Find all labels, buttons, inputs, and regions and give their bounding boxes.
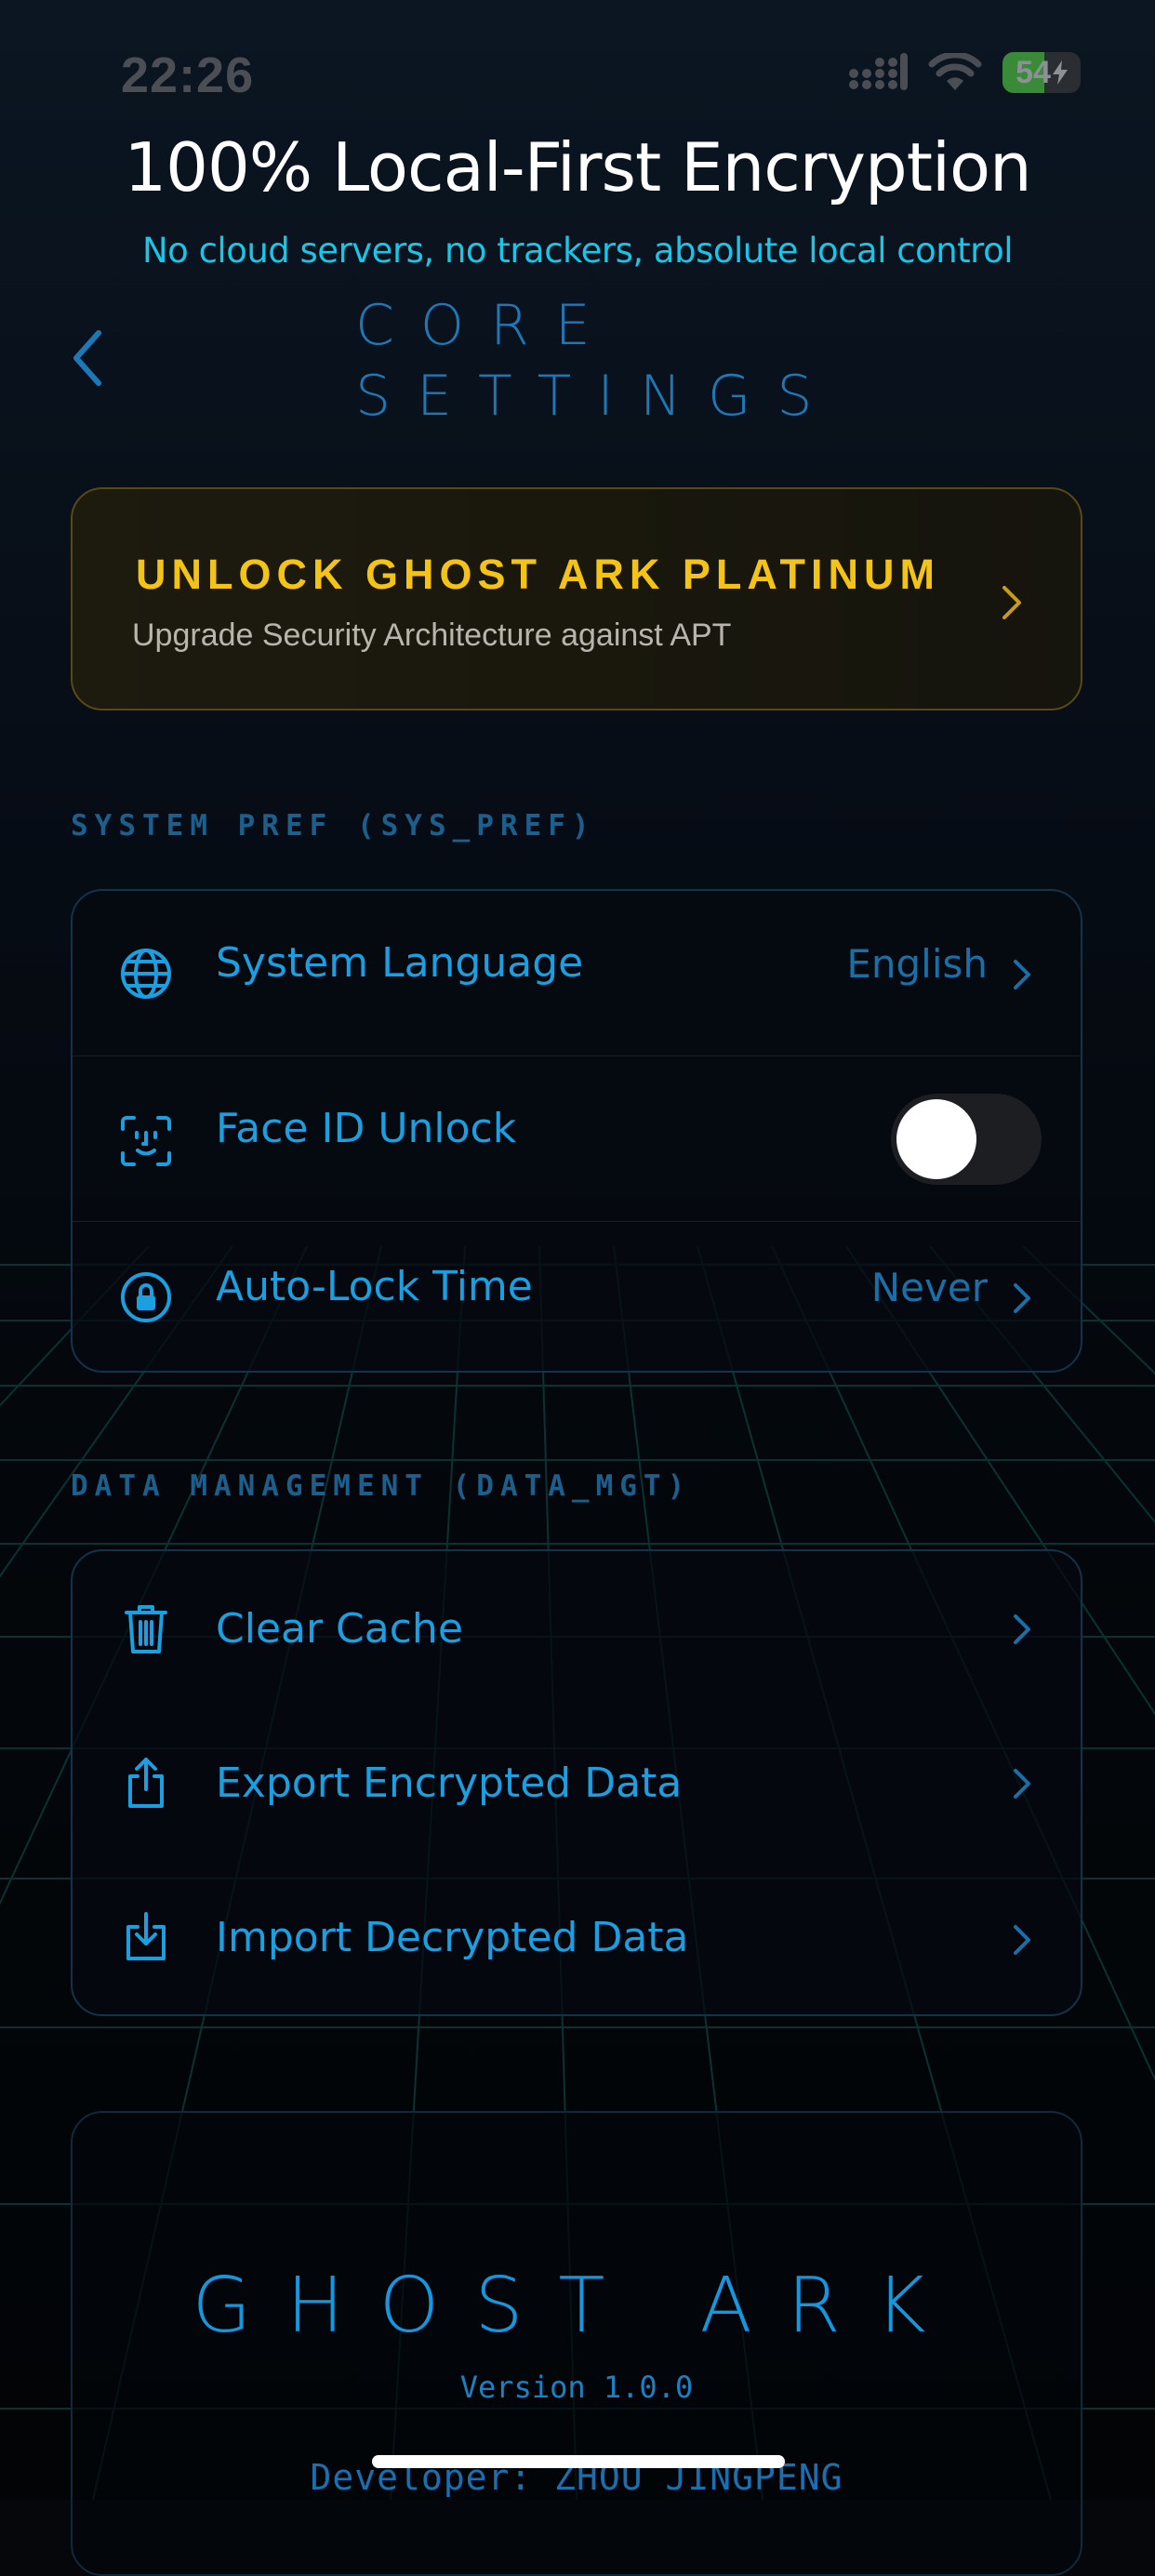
chevron-right-icon [1002,586,1021,619]
data-mgt-card: Clear Cache Export Encrypted Data Import… [71,1549,1082,2016]
toggle-knob [896,1099,976,1179]
hero-subtitle: No cloud servers, no trackers, absolute … [142,231,1014,271]
trash-icon [125,1605,167,1653]
lock-icon [121,1272,171,1322]
promo-title: UNLOCK GHOST ARK PLATINUM [136,551,940,598]
promo-subtitle: Upgrade Security Architecture against AP… [132,617,732,653]
platinum-upgrade-banner[interactable]: UNLOCK GHOST ARK PLATINUM Upgrade Securi… [71,487,1082,710]
globe-icon [121,949,171,999]
setting-label: Import Decrypted Data [216,1914,689,1961]
setting-label: Auto-Lock Time [216,1263,533,1310]
app-version: Version 1.0.0 [459,2370,694,2405]
cellular-signal-icon [849,53,908,90]
about-card: GHOST ARK Version 1.0.0 Developer: ZHOU … [71,2111,1082,2576]
setting-row-export-data[interactable]: Export Encrypted Data [73,1707,1081,1864]
setting-label: Face ID Unlock [216,1105,517,1152]
system-pref-card: System Language English Face ID Unlock A… [71,889,1082,1373]
setting-row-auto-lock[interactable]: Auto-Lock Time Never [73,1222,1081,1371]
home-indicator[interactable] [372,2455,785,2468]
battery-percentage: 54 [1016,54,1051,90]
app-brand-name: GHOST ARK [192,2262,962,2350]
chevron-right-icon [1014,1283,1030,1313]
share-export-icon [128,1758,164,1808]
face-id-icon [121,1116,171,1166]
setting-row-clear-cache[interactable]: Clear Cache [73,1551,1081,1707]
chevron-right-icon [1014,1925,1030,1955]
import-tray-icon [126,1912,166,1960]
auto-lock-value: Never [870,1265,988,1310]
chevron-right-icon [1014,1769,1030,1799]
setting-label: System Language [216,939,584,987]
page-title: CORE SETTINGS [355,293,839,429]
battery-icon: 54 [1002,52,1081,93]
section-label-data-mgt: DATA MANAGEMENT (DATA_MGT) [71,1469,692,1503]
setting-row-import-data[interactable]: Import Decrypted Data [73,1864,1081,2016]
face-id-toggle[interactable] [891,1094,1042,1185]
charging-bolt-icon [1052,60,1068,85]
chevron-right-icon [1014,960,1030,989]
setting-row-system-language[interactable]: System Language English [73,891,1081,1056]
status-bar: 22:26 54 [0,0,1155,139]
status-time: 22:26 [121,47,255,103]
setting-row-face-id: Face ID Unlock [73,1056,1081,1222]
wifi-icon [928,53,982,90]
language-value: English [846,941,988,987]
setting-label: Export Encrypted Data [216,1759,683,1807]
hero-title: 100% Local-First Encryption [124,128,1031,206]
back-chevron-icon[interactable] [65,325,112,391]
chevron-right-icon [1014,1614,1030,1644]
section-label-system-pref: SYSTEM PREF (SYS_PREF) [71,809,596,843]
setting-label: Clear Cache [216,1605,463,1653]
